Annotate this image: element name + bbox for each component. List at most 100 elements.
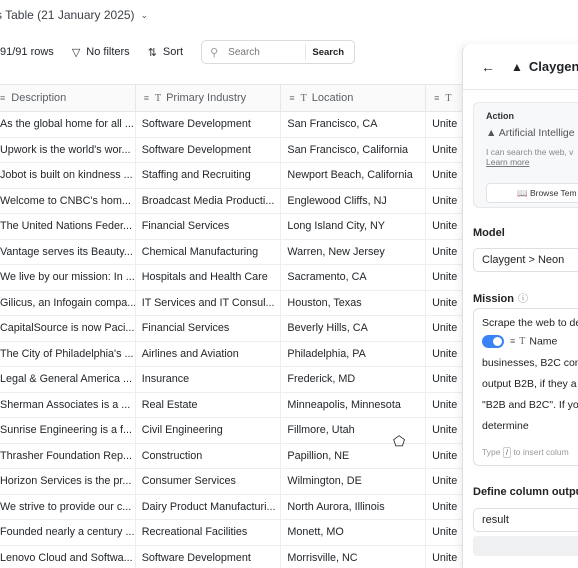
mission-textarea[interactable]: Scrape the web to de ≡ T Name businesses, … (473, 308, 578, 466)
table-row[interactable]: We strive to provide our c... Dairy Produ… (0, 494, 470, 520)
learn-more-link[interactable]: Learn more (486, 157, 529, 167)
column-label: Location (311, 92, 354, 104)
column-label: Primary Industry (166, 92, 247, 104)
table-cell[interactable]: Houston, Texas (281, 290, 427, 315)
table-cell[interactable]: Jobot is built on kindness ... (0, 163, 136, 188)
table-cell[interactable]: Chemical Manufacturing (136, 239, 282, 264)
table-cell[interactable]: Recreational Facilities (136, 520, 282, 545)
sort-label: Sort (162, 46, 184, 58)
table-cell[interactable]: The City of Philadelphia's ... (0, 341, 136, 366)
table-cell[interactable]: Morrisville, NC (281, 545, 427, 568)
table-cell[interactable]: San Francisco, CA (281, 112, 427, 137)
table-cell[interactable]: Civil Engineering (136, 418, 282, 443)
table-cell[interactable]: Financial Services (136, 316, 282, 341)
table-cell[interactable]: Gilicus, an Infogain compa... (0, 290, 136, 315)
table-row[interactable]: The City of Philadelphia's ... Airlines a… (0, 341, 470, 367)
text-type-icon: T (300, 92, 307, 104)
table-cell[interactable]: The United Nations Feder... (0, 214, 136, 239)
back-arrow-icon[interactable]: ← (481, 59, 495, 75)
table-cell[interactable]: Staffing and Recruiting (136, 163, 282, 188)
table-row[interactable]: Lenovo Cloud and Softwa... Software Devel… (0, 545, 470, 568)
table-row[interactable]: We live by our mission: In ... Hospitals … (0, 265, 470, 291)
search-input[interactable] (228, 46, 299, 58)
sort-button[interactable]: ⇅ Sort (148, 46, 183, 59)
table-cell[interactable]: IT Services and IT Consul... (136, 290, 282, 315)
table-cell[interactable]: Sacramento, CA (281, 265, 427, 290)
table-cell[interactable]: Broadcast Media Producti... (136, 188, 282, 213)
table-cell[interactable]: Hospitals and Health Care (136, 265, 282, 290)
table-row[interactable]: Upwork is the world's wor... Software Dev… (0, 137, 470, 163)
table-row[interactable]: Welcome to CNBC's hom... Broadcast Media … (0, 188, 470, 214)
column-header-primary-industry[interactable]: ≡ T Primary Industry (136, 85, 282, 111)
search-button[interactable]: Search (305, 44, 350, 60)
table-row[interactable]: Sherman Associates is a ... Real Estate Mi… (0, 392, 470, 418)
table-cell[interactable]: Beverly Hills, CA (281, 316, 427, 341)
table-row[interactable]: As the global home for all ... Software D… (0, 112, 470, 138)
action-value[interactable]: ▲ Artificial Intellige (486, 127, 575, 139)
table-cell[interactable]: Newport Beach, California (281, 163, 427, 188)
table-cell[interactable]: Vantage serves its Beauty... (0, 239, 136, 264)
table-cell[interactable]: CapitalSource is now Paci... (0, 316, 136, 341)
table-row[interactable]: Gilicus, an Infogain compa... IT Services… (0, 290, 470, 316)
table-cell[interactable]: Consumer Services (136, 469, 282, 494)
panel-footer-button[interactable] (473, 536, 578, 556)
table-cell[interactable]: As the global home for all ... (0, 112, 136, 137)
table-cell[interactable]: Construction (136, 443, 282, 468)
table-cell[interactable]: Founded nearly a century ... (0, 520, 136, 545)
table-cell[interactable]: Thrasher Foundation Rep... (0, 443, 136, 468)
output-field[interactable]: result (473, 508, 578, 532)
table-row[interactable]: CapitalSource is now Paci... Financial Se… (0, 316, 470, 342)
table-cell[interactable]: Sherman Associates is a ... (0, 392, 136, 417)
table-cell[interactable]: Englewood Cliffs, NJ (281, 188, 427, 213)
mission-line: Scrape the web to de (482, 317, 578, 329)
table-row[interactable]: The United Nations Feder... Financial Ser… (0, 214, 470, 240)
table-cell[interactable]: Software Development (136, 112, 282, 137)
table-cell[interactable]: Lenovo Cloud and Softwa... (0, 545, 136, 568)
table-cell[interactable]: Dairy Product Manufacturi... (136, 494, 282, 519)
mouse-cursor-icon: ⬠ (393, 433, 406, 449)
table-cell[interactable]: Philadelphia, PA (281, 341, 427, 366)
table-cell[interactable]: Minneapolis, Minnesota (281, 392, 427, 417)
table-row[interactable]: Founded nearly a century ... Recreational… (0, 520, 470, 546)
text-list-icon: ≡ (0, 93, 6, 103)
table-cell[interactable]: Legal & General America ... (0, 367, 136, 392)
column-token[interactable]: Name (529, 335, 557, 347)
table-cell[interactable]: Wilmington, DE (281, 469, 427, 494)
column-header-location[interactable]: ≡ T Location (281, 85, 427, 111)
table-cell[interactable]: Upwork is the world's wor... (0, 137, 136, 162)
filter-button[interactable]: ▽ No filters (72, 46, 130, 59)
table-cell[interactable]: Real Estate (136, 392, 282, 417)
output-value: result (482, 514, 509, 526)
column-header-description[interactable]: ≡ Description (0, 85, 136, 111)
table-cell[interactable]: Financial Services (136, 214, 282, 239)
data-table: ≡ Description ≡ T Primary Industry ≡ T L… (0, 84, 470, 568)
table-cell[interactable]: Software Development (136, 545, 282, 568)
table-cell[interactable]: Sunrise Engineering is a f... (0, 418, 136, 443)
table-row[interactable]: Jobot is built on kindness ... Staffing a… (0, 163, 470, 189)
table-cell[interactable]: We live by our mission: In ... (0, 265, 136, 290)
browse-templates-button[interactable]: 📖 Browse Tem (486, 183, 578, 203)
text-type-icon: T (445, 92, 452, 104)
table-cell[interactable]: San Francisco, California (281, 137, 427, 162)
table-cell[interactable]: Frederick, MD (281, 367, 427, 392)
table-cell[interactable]: Airlines and Aviation (136, 341, 282, 366)
table-cell[interactable]: Welcome to CNBC's hom... (0, 188, 136, 213)
table-row[interactable]: Vantage serves its Beauty... Chemical Man… (0, 239, 470, 265)
toggle-switch[interactable] (482, 335, 504, 348)
model-select[interactable]: Claygent > Neon (473, 248, 578, 272)
table-cell[interactable]: Monett, MO (281, 520, 427, 545)
chevron-down-icon[interactable]: ⌄ (141, 10, 149, 21)
table-cell[interactable]: Horizon Services is the pr... (0, 469, 136, 494)
table-cell[interactable]: We strive to provide our c... (0, 494, 136, 519)
table-row[interactable]: Horizon Services is the pr... Consumer Se… (0, 469, 470, 495)
table-cell[interactable]: Insurance (136, 367, 282, 392)
info-icon[interactable]: ⓘ (518, 294, 528, 305)
table-cell[interactable]: Software Development (136, 137, 282, 162)
table-cell[interactable]: Long Island City, NY (281, 214, 427, 239)
action-label: Action (486, 111, 514, 121)
table-title[interactable]: s Table (21 January 2025) (0, 8, 135, 22)
table-cell[interactable]: North Aurora, Illinois (281, 494, 427, 519)
search-icon: ⚲ (210, 46, 219, 59)
table-row[interactable]: Legal & General America ... Insurance Fred… (0, 367, 470, 393)
table-cell[interactable]: Warren, New Jersey (281, 239, 427, 264)
